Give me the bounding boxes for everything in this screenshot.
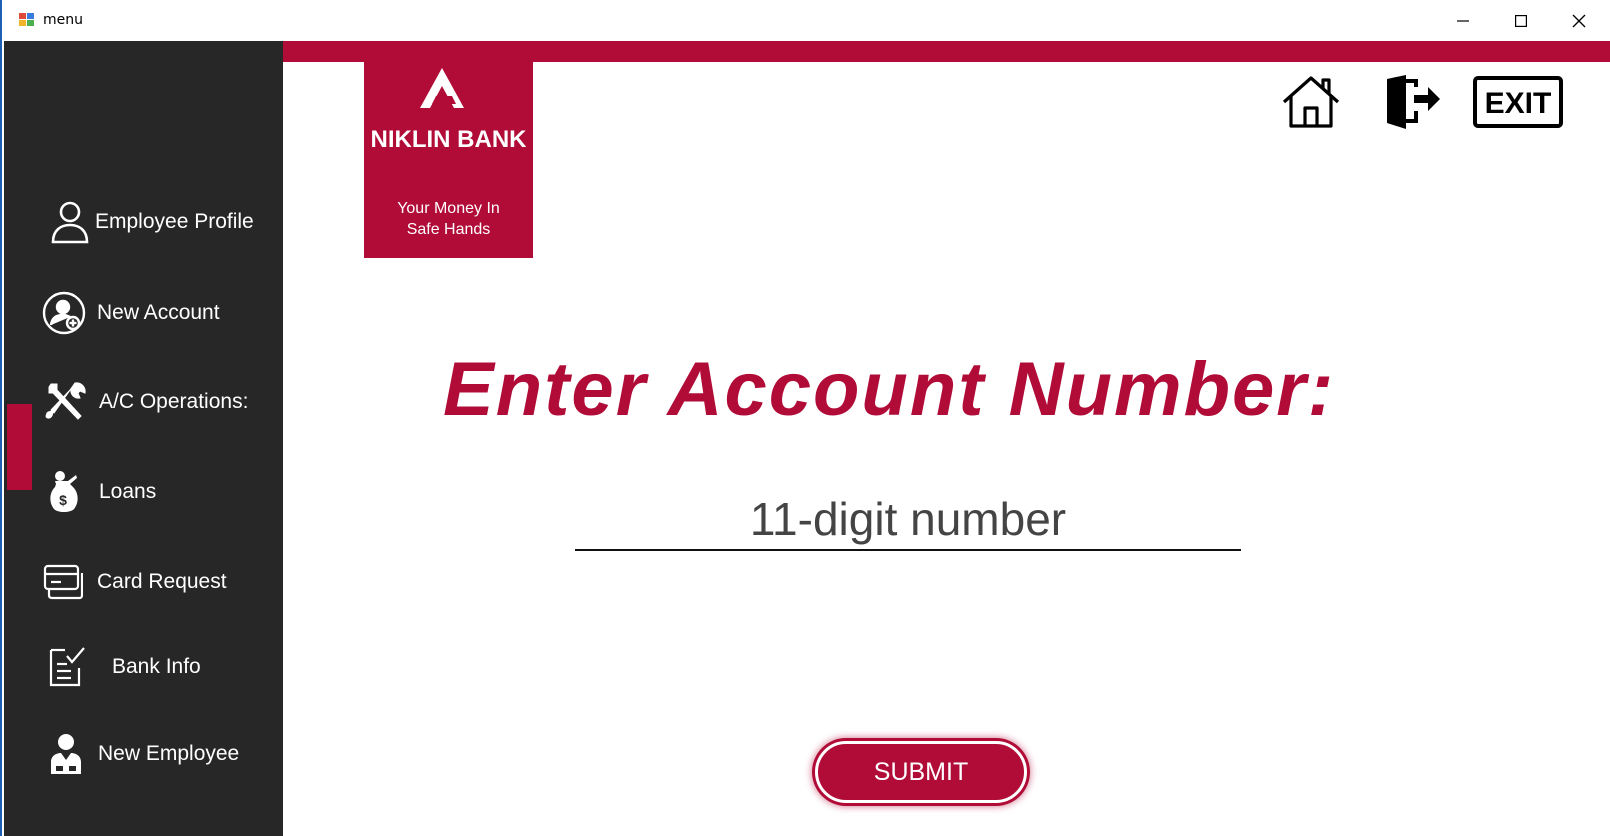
account-number-input[interactable] — [575, 489, 1241, 551]
app-window: menu Employee Profile New Account A/C Op… — [0, 0, 1610, 836]
minimize-button[interactable] — [1434, 0, 1492, 41]
exit-button[interactable]: EXIT — [1473, 73, 1563, 131]
window-title: menu — [43, 12, 83, 28]
submit-button[interactable]: SUBMIT — [815, 741, 1027, 803]
sidebar-item-new-employee[interactable]: New Employee — [4, 711, 283, 797]
bank-logo-mark-icon — [416, 66, 468, 116]
sidebar-item-label: Card Request — [97, 570, 227, 593]
sidebar-item-label: New Account — [97, 301, 220, 324]
title-bar: menu — [2, 0, 1610, 41]
bank-name: NIKLIN BANK — [370, 126, 527, 153]
logout-icon[interactable] — [1383, 73, 1443, 131]
sidebar-item-label: A/C Operations: — [99, 390, 249, 413]
checklist-icon — [46, 646, 88, 688]
home-icon[interactable] — [1279, 73, 1343, 131]
add-user-icon — [42, 291, 86, 335]
sidebar: Employee Profile New Account A/C Operati… — [4, 41, 283, 836]
tools-icon — [44, 379, 90, 425]
card-icon — [42, 562, 84, 602]
sidebar-item-employee-profile[interactable]: Employee Profile — [4, 179, 283, 265]
sidebar-item-ac-operations[interactable]: A/C Operations: — [4, 359, 283, 445]
sidebar-item-bank-info[interactable]: Bank Info — [4, 624, 283, 710]
svg-text:$: $ — [59, 492, 67, 508]
page-title: Enter Account Number: — [443, 347, 1336, 432]
bank-tagline-line1: Your Money In — [397, 200, 500, 217]
bank-tagline-line2: Safe Hands — [406, 221, 491, 238]
bank-logo: NIKLIN BANK Your Money In Safe Hands — [364, 62, 533, 258]
close-button[interactable] — [1550, 0, 1608, 41]
bank-tagline: Your Money In Safe Hands — [364, 198, 533, 240]
sidebar-item-card-request[interactable]: Card Request — [4, 539, 283, 625]
sidebar-item-label: Bank Info — [112, 655, 201, 678]
sidebar-item-loans[interactable]: $ Loans — [4, 449, 283, 535]
sidebar-item-label: Employee Profile — [95, 210, 254, 233]
top-accent-bar — [283, 41, 1610, 62]
sidebar-item-label: New Employee — [98, 742, 240, 765]
exit-label: EXIT — [1485, 87, 1552, 120]
user-icon — [48, 200, 92, 244]
employee-icon — [46, 732, 86, 776]
main-content: NIKLIN BANK Your Money In Safe Hands EXI… — [283, 41, 1610, 836]
maximize-button[interactable] — [1492, 0, 1550, 41]
sidebar-item-label: Loans — [99, 480, 157, 503]
money-bag-icon: $ — [44, 469, 84, 515]
sidebar-item-new-account[interactable]: New Account — [4, 270, 283, 356]
app-icon — [18, 11, 36, 29]
